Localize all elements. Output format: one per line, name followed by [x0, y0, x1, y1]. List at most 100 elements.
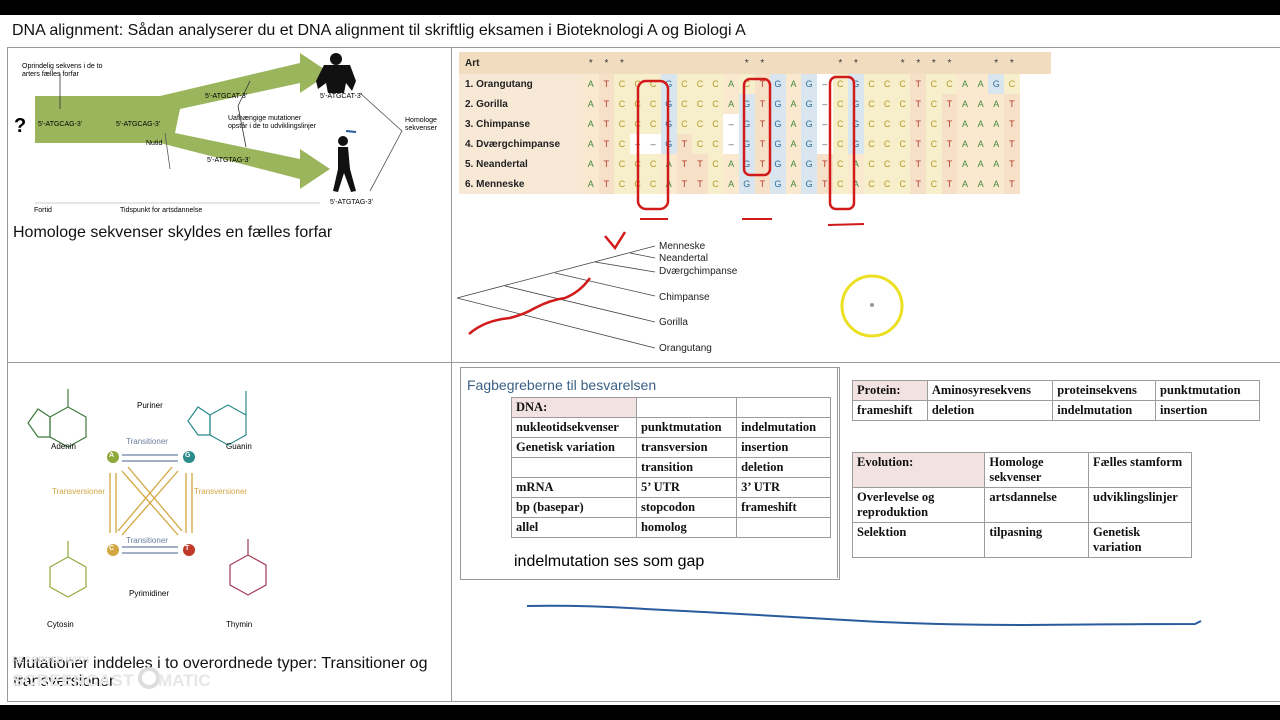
conserved-marker [1019, 52, 1036, 74]
gap-note: indelmutation ses som gap [514, 553, 705, 570]
tree-leaf-label: Menneske [659, 241, 706, 252]
nucleotide-cell: A [972, 174, 989, 194]
term-cell: frameshift [736, 497, 831, 518]
conserved-marker: * [926, 52, 942, 74]
cursor-highlight [840, 274, 904, 338]
nucleotide-cell: T [598, 134, 615, 154]
nucleotide-cell: C [926, 94, 942, 114]
grid-top [7, 47, 1280, 48]
tree-leaf-label: Orangutang [659, 343, 712, 354]
conserved-marker: * [754, 52, 771, 74]
conserved-marker: * [941, 52, 958, 74]
thymin-label: Thymin [226, 620, 253, 629]
term-cell: indelmutation [1052, 400, 1157, 421]
nucleotide-cell: C [926, 134, 942, 154]
species-name: 4. Dværgchimpanse [459, 134, 583, 154]
nucleotide-cell: T [941, 174, 958, 194]
term-cell: nukleotidsekvenser [511, 417, 637, 438]
nucleotide-cell: T [910, 94, 927, 114]
nucleotide-cell: A [583, 114, 599, 134]
dna-terms-table: DNA: nukleotidsekvenser punktmutation indel… [511, 397, 831, 538]
seq-bottom: 5'-ATGTAG-3' [207, 157, 250, 164]
nucleotide-diagram [27, 389, 267, 598]
term-cell: Aminosyresekvens [926, 380, 1054, 401]
gap-annotations [636, 75, 865, 226]
nucleotide-cell: C [879, 74, 895, 94]
term-cell: 5’ UTR [635, 477, 738, 498]
terms-divider [837, 367, 838, 578]
grid-center [451, 47, 452, 702]
term-cell: Genetisk variation [1088, 522, 1192, 558]
nucleotide-cell: A [957, 174, 973, 194]
nucleotide-cell: A [957, 114, 973, 134]
term-cell: frameshift [852, 400, 928, 421]
term-cell: insertion [1155, 400, 1260, 421]
nucleotide-cell: C [894, 154, 911, 174]
guanin-label: Guanin [226, 442, 252, 451]
nucleotide-cell: T [1004, 114, 1020, 134]
species-name: 2. Gorilla [459, 94, 583, 114]
homolog-label: Homologe sekvenser [405, 117, 437, 132]
term-row: Protein: Aminosyresekvens proteinsekvens pu… [852, 380, 1260, 401]
term-cell: Fælles stamform [1088, 452, 1192, 488]
fortid-label: Fortid [34, 207, 52, 214]
term-cell: punktmutation [635, 417, 738, 438]
seq-ape: 5'-ATGCAT-3' [320, 93, 363, 100]
nucleotide-cell: C [894, 94, 911, 114]
nucleotide-cell: T [910, 114, 927, 134]
conserved-marker [645, 52, 661, 74]
grid-left [7, 47, 8, 702]
term-cell: udviklingslinjer [1088, 487, 1192, 523]
conserved-marker [801, 52, 817, 74]
transitioner-top-label: Transitioner [126, 437, 168, 446]
base-a-label: A [109, 452, 115, 459]
nucleotide-cell: C [1004, 74, 1020, 94]
term-cell: homolog [635, 517, 738, 538]
nucleotide-cell: T [1004, 154, 1020, 174]
transitioner-bottom-label: Transitioner [126, 536, 168, 545]
adenin-structure [27, 389, 87, 448]
nucleotide-cell: C [894, 114, 911, 134]
conserved-marker: * [848, 52, 864, 74]
conserved-marker: * [614, 52, 630, 74]
watermark-top: RECORDED WITH [12, 655, 89, 665]
conserved-marker [629, 52, 646, 74]
species-name: 5. Neandertal [459, 154, 583, 174]
nucleotide-cell: A [988, 134, 1005, 154]
conserved-marker [770, 52, 786, 74]
term-cell: Homologe sekvenser [984, 452, 1089, 488]
conserved-marker [957, 52, 973, 74]
conserved-marker [676, 52, 693, 74]
nucleotide-cell: A [957, 134, 973, 154]
nucleotide-cell: C [879, 174, 895, 194]
term-cell: punktmutation [1155, 380, 1260, 401]
tree-leaf-label: Neandertal [659, 253, 708, 264]
nucleotide-cell: C [926, 174, 942, 194]
term-cell: bp (basepar) [511, 497, 637, 518]
cytosin-structure [49, 541, 87, 598]
nucleotide-cell: A [957, 154, 973, 174]
nucleotide-cell: A [972, 114, 989, 134]
nucleotide-cell: A [972, 134, 989, 154]
nucleotide-cell: C [926, 154, 942, 174]
nucleotide-cell: C [926, 114, 942, 134]
term-cell [511, 457, 637, 478]
nucleotide-cell: C [894, 174, 911, 194]
term-cell: proteinsekvens [1052, 380, 1157, 401]
term-cell: artsdannelse [984, 487, 1089, 523]
nucleotide-cell: C [941, 74, 958, 94]
base-c-label: C [109, 545, 115, 552]
nucleotide-cell: T [910, 154, 927, 174]
protein-terms-table: Protein: Aminosyresekvens proteinsekvens pu… [852, 380, 1260, 421]
puriner-label: Puriner [137, 401, 163, 410]
term-row: DNA: [511, 397, 831, 418]
nucleotide-cell: A [988, 154, 1005, 174]
nutid-label: Nutid [146, 140, 163, 147]
conserved-marker [879, 52, 895, 74]
conserved-marker [707, 52, 724, 74]
term-row: bp (basepar) stopcodon frameshift [511, 497, 831, 518]
nucleotide-cell: T [598, 154, 615, 174]
base-g-label: G [185, 452, 191, 459]
term-cell: transition [635, 457, 738, 478]
term-cell: indelmutation [736, 417, 831, 438]
